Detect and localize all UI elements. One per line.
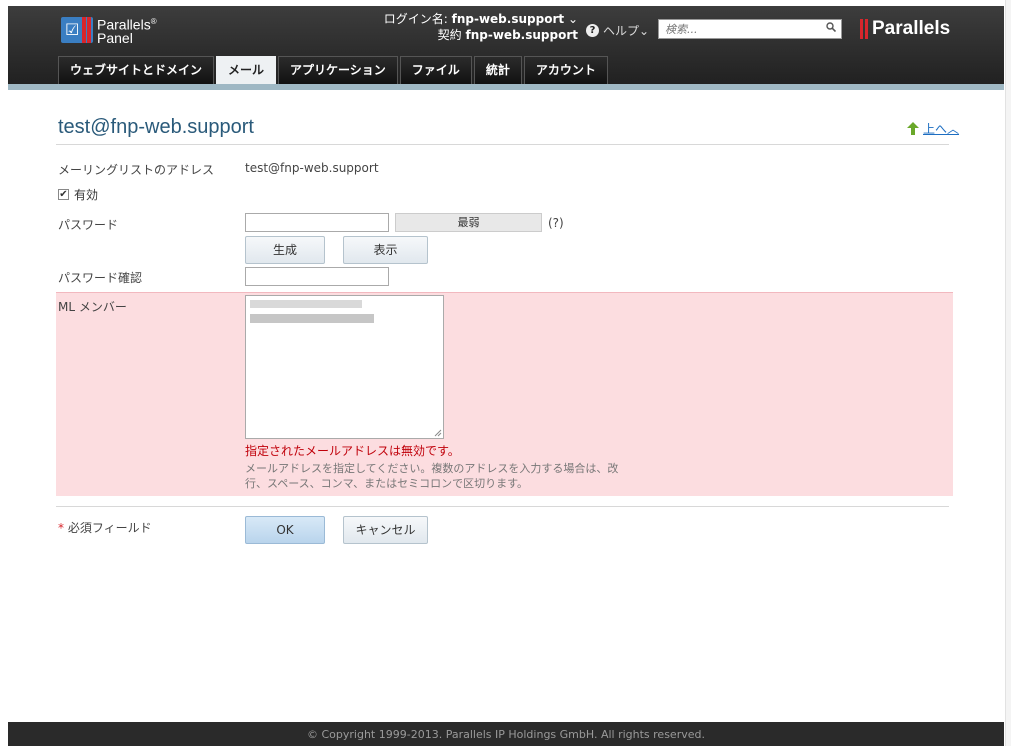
members-textarea[interactable] <box>245 295 444 439</box>
confirm-password-label: パスワード確認 <box>58 271 143 285</box>
panel-logo-icon: ☑ <box>61 16 93 43</box>
show-password-button[interactable]: 表示 <box>343 236 428 264</box>
up-arrow-icon <box>907 122 919 135</box>
search-input[interactable] <box>659 20 819 38</box>
password-strength-meter: 最弱 <box>395 213 542 232</box>
address-label: メーリングリストのアドレス <box>58 163 215 177</box>
parallels-brand-logo[interactable]: Parallels <box>860 18 950 40</box>
redacted-address <box>250 300 362 308</box>
tab-websites-domains[interactable]: ウェブサイトとドメイン <box>58 56 215 84</box>
redacted-address <box>250 314 374 323</box>
address-value: test@fnp-web.support <box>245 161 379 175</box>
help-icon: ? <box>586 24 599 37</box>
required-fields-note: * 必須フィールド <box>58 521 152 535</box>
login-info: ログイン名: fnp-web.support ⌄ 契約 fnp-web.supp… <box>366 11 578 43</box>
password-input[interactable] <box>245 213 389 232</box>
confirm-password-input[interactable] <box>245 267 389 286</box>
tab-files[interactable]: ファイル <box>399 56 472 84</box>
cancel-button[interactable]: キャンセル <box>343 516 428 544</box>
search-icon[interactable] <box>826 22 836 32</box>
footer-copyright: © Copyright 1999-2013. Parallels IP Hold… <box>8 722 1004 746</box>
title-divider <box>56 144 949 145</box>
enabled-checkbox-row[interactable]: ✔ 有効 <box>58 186 98 203</box>
search-box <box>658 19 842 39</box>
resize-handle-icon[interactable] <box>434 429 442 437</box>
tab-applications[interactable]: アプリケーション <box>278 56 398 84</box>
parallels-panel-logo[interactable]: ☑ Parallels® Panel <box>61 15 157 45</box>
subscription-info[interactable]: 契約 fnp-web.support <box>366 27 578 43</box>
form-divider <box>56 506 949 507</box>
generate-password-button[interactable]: 生成 <box>245 236 325 264</box>
enabled-checkbox[interactable]: ✔ <box>58 189 69 200</box>
page-title: test@fnp-web.support <box>58 116 254 138</box>
members-error-message: 指定されたメールアドレスは無効です。 <box>245 444 460 458</box>
tab-underline-bar <box>8 84 1004 90</box>
enabled-label: 有効 <box>74 188 99 202</box>
chevron-down-icon: ⌄ <box>567 12 578 26</box>
ok-button[interactable]: OK <box>245 516 325 544</box>
chevron-down-icon: ⌄ <box>639 23 650 38</box>
tab-mail[interactable]: メール <box>216 56 277 86</box>
members-label: ML メンバー <box>58 300 127 314</box>
up-level-link[interactable]: 上へ ︿ <box>907 120 959 137</box>
members-hint: メールアドレスを指定してください。複数のアドレスを入力する場合は、改行、スペース… <box>245 462 619 490</box>
top-header: ☑ Parallels® Panel ログイン名: fnp-web.suppor… <box>8 6 1004 90</box>
app-frame: ☑ Parallels® Panel ログイン名: fnp-web.suppor… <box>0 0 1011 746</box>
password-label: パスワード <box>58 218 119 232</box>
help-menu[interactable]: ? ヘルプ ⌄ <box>586 22 649 39</box>
scrollbar[interactable] <box>1005 0 1011 746</box>
main-tabs: ウェブサイトとドメイン メール アプリケーション ファイル 統計 アカウント <box>58 56 610 86</box>
tab-statistics[interactable]: 統計 <box>473 56 522 84</box>
tab-account[interactable]: アカウント <box>523 56 608 84</box>
password-help-link[interactable]: (?) <box>548 216 564 230</box>
logo-text: Parallels® Panel <box>97 16 157 46</box>
login-user-menu[interactable]: ログイン名: fnp-web.support ⌄ <box>366 11 578 27</box>
